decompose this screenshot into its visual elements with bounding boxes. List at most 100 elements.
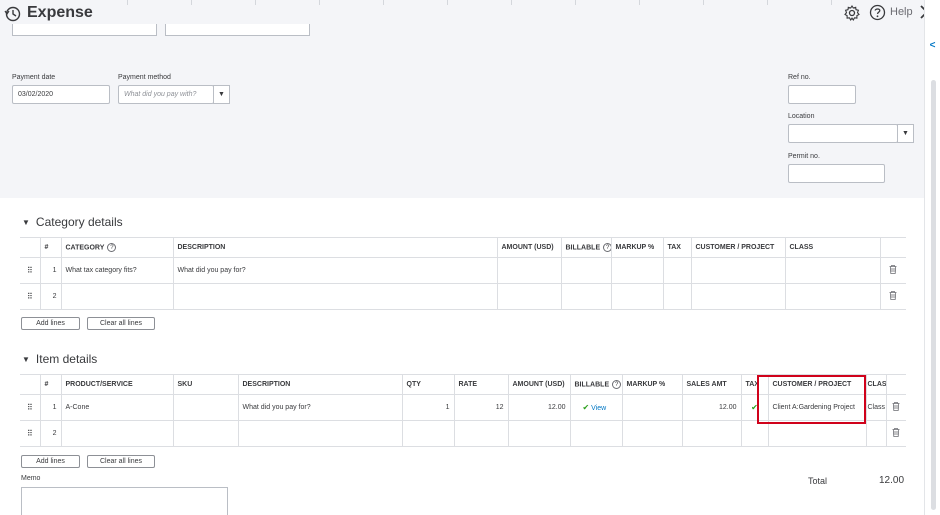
class-cell[interactable] — [785, 283, 881, 310]
description-cell[interactable] — [238, 420, 403, 447]
class-cell[interactable]: Class — [866, 394, 887, 421]
amount-cell[interactable]: 12.00 — [508, 394, 571, 421]
chevron-down-icon: ▼ — [902, 130, 909, 137]
product-cell[interactable] — [61, 420, 174, 447]
customer-cell[interactable] — [691, 283, 786, 310]
account-field-partial[interactable] — [165, 24, 310, 36]
scrollbar[interactable] — [931, 80, 936, 510]
rate-cell[interactable]: 12 — [454, 394, 509, 421]
sku-cell[interactable] — [173, 420, 239, 447]
customer-cell[interactable] — [768, 420, 867, 447]
add-lines-button[interactable]: Add lines — [21, 455, 80, 468]
collapse-panel-button[interactable]: < — [925, 38, 940, 52]
billable-cell[interactable] — [561, 283, 612, 310]
class-cell[interactable] — [866, 420, 887, 447]
payment-method-dropdown[interactable]: ▼ — [213, 85, 230, 104]
delete-row-button[interactable] — [886, 394, 906, 421]
description-cell[interactable] — [173, 283, 498, 310]
drag-handle-icon[interactable]: ⠿ — [20, 283, 41, 310]
row-number: 1 — [40, 394, 62, 421]
trash-icon — [892, 402, 900, 411]
permit-no-label: Permit no. — [788, 153, 820, 160]
amount-cell[interactable] — [497, 283, 562, 310]
col-drag — [20, 237, 41, 258]
col-sku: SKU — [173, 374, 239, 395]
table-row[interactable]: ⠿ 2 — [20, 283, 906, 310]
billable-cell[interactable]: ✔ View — [570, 394, 623, 421]
description-cell[interactable]: What did you pay for? — [238, 394, 403, 421]
qty-cell[interactable] — [402, 420, 455, 447]
drag-handle-icon[interactable]: ⠿ — [20, 394, 41, 421]
markup-cell[interactable] — [622, 394, 683, 421]
trash-icon — [892, 428, 900, 437]
memo-textarea[interactable] — [21, 487, 228, 515]
col-markup: MARKUP % — [622, 374, 683, 395]
drag-handle-icon[interactable]: ⠿ — [20, 257, 41, 284]
table-row[interactable]: ⠿ 1 What tax category fits? What did you… — [20, 257, 906, 284]
delete-row-button[interactable] — [886, 420, 906, 447]
recent-transactions-icon[interactable] — [4, 5, 22, 23]
payment-method-input[interactable]: What did you pay with? — [118, 85, 214, 104]
sku-cell[interactable] — [173, 394, 239, 421]
location-dropdown[interactable]: ▼ — [897, 124, 914, 143]
payment-date-input[interactable]: 03/02/2020 — [12, 85, 110, 104]
tax-cell[interactable] — [663, 283, 692, 310]
help-circle-icon[interactable]: ? — [603, 243, 610, 252]
help-circle-icon[interactable]: ? — [612, 380, 621, 389]
sales-amt-cell[interactable] — [682, 420, 742, 447]
table-row[interactable]: ⠿ 2 — [20, 420, 906, 447]
gear-icon[interactable] — [843, 4, 861, 22]
col-class: CLASS — [866, 374, 887, 395]
help-label[interactable]: Help — [890, 6, 913, 18]
item-details-header[interactable]: ▼ Item details — [22, 352, 97, 366]
col-billable: BILLABLE? — [570, 374, 623, 395]
col-num: # — [40, 237, 62, 258]
qty-cell[interactable]: 1 — [402, 394, 455, 421]
delete-row-button[interactable] — [880, 257, 906, 284]
billable-cell[interactable] — [561, 257, 612, 284]
view-link[interactable]: View — [591, 405, 606, 412]
add-lines-button[interactable]: Add lines — [21, 317, 80, 330]
permit-no-input[interactable] — [788, 164, 885, 183]
markup-cell[interactable] — [611, 283, 664, 310]
markup-cell[interactable] — [611, 257, 664, 284]
col-sales-amt: SALES AMT — [682, 374, 742, 395]
category-cell[interactable]: What tax category fits? — [61, 257, 174, 284]
category-details-header[interactable]: ▼ Category details — [22, 215, 123, 229]
clear-all-lines-button[interactable]: Clear all lines — [87, 455, 155, 468]
class-cell[interactable] — [785, 257, 881, 284]
ref-no-input[interactable] — [788, 85, 856, 104]
col-num: # — [40, 374, 62, 395]
rate-cell[interactable] — [454, 420, 509, 447]
trash-icon — [889, 265, 897, 274]
help-circle-icon[interactable]: ? — [107, 243, 117, 252]
amount-cell[interactable] — [508, 420, 571, 447]
trash-icon — [889, 291, 897, 300]
tax-cell[interactable] — [741, 420, 769, 447]
col-drag — [20, 374, 41, 395]
col-billable: BILLABLE? — [561, 237, 612, 258]
drag-handle-icon[interactable]: ⠿ — [20, 420, 41, 447]
location-select[interactable] — [788, 124, 898, 143]
help-icon[interactable] — [869, 4, 886, 21]
amount-cell[interactable] — [497, 257, 562, 284]
page-title: Expense — [27, 4, 93, 21]
markup-cell[interactable] — [622, 420, 683, 447]
billable-cell[interactable] — [570, 420, 623, 447]
sales-amt-cell[interactable]: 12.00 — [682, 394, 742, 421]
clear-all-lines-button[interactable]: Clear all lines — [87, 317, 155, 330]
col-amount: AMOUNT (USD) — [508, 374, 571, 395]
category-details-title: Category details — [35, 215, 123, 229]
delete-row-button[interactable] — [880, 283, 906, 310]
col-description: DESCRIPTION — [173, 237, 498, 258]
customer-cell[interactable] — [691, 257, 786, 284]
tax-cell[interactable] — [663, 257, 692, 284]
description-cell[interactable]: What did you pay for? — [173, 257, 498, 284]
col-class: CLASS — [785, 237, 881, 258]
row-number: 2 — [40, 420, 62, 447]
product-cell[interactable]: A-Cone — [61, 394, 174, 421]
col-rate: RATE — [454, 374, 509, 395]
payee-field-partial[interactable] — [12, 24, 157, 36]
category-cell[interactable] — [61, 283, 174, 310]
col-tax: TAX — [663, 237, 692, 258]
